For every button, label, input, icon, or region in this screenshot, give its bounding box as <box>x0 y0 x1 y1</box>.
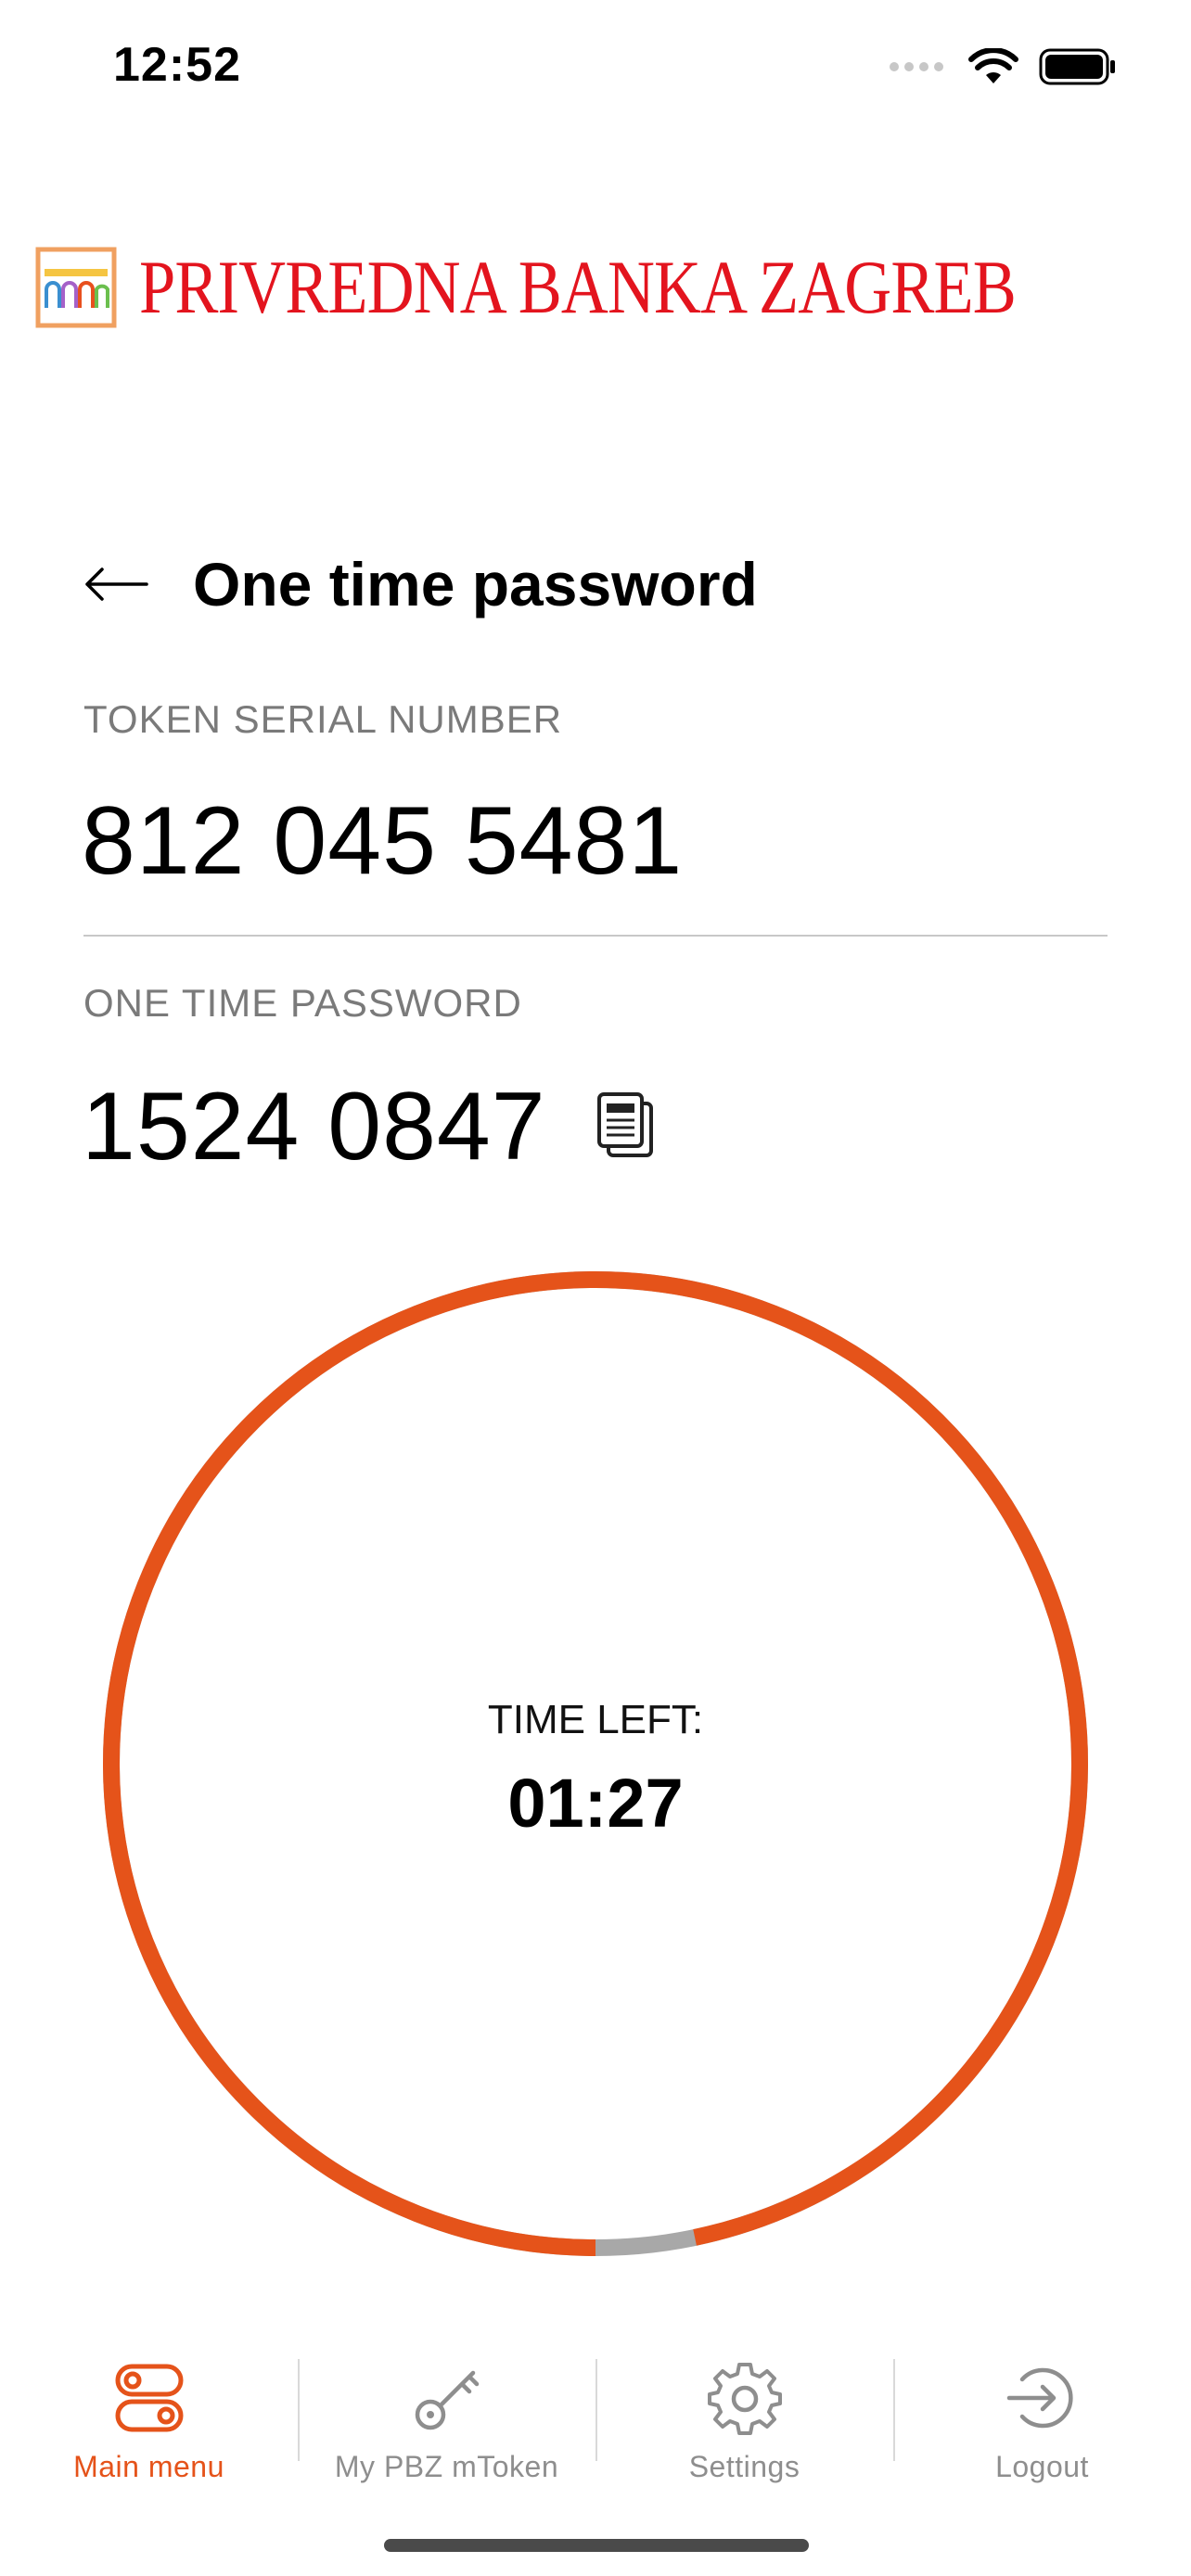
status-bar: 12:52 <box>0 0 1191 130</box>
signal-dots-icon <box>890 62 943 71</box>
pbz-logo-icon <box>35 247 117 328</box>
wifi-icon <box>968 48 1018 83</box>
copy-icon[interactable] <box>596 1090 657 1159</box>
status-time: 12:52 <box>113 38 241 92</box>
token-serial-value: 812 045 5481 <box>82 787 684 895</box>
tab-logout[interactable]: Logout <box>893 2346 1191 2494</box>
tab-label: Main menu <box>73 2450 224 2483</box>
token-serial-label: TOKEN SERIAL NUMBER <box>83 697 563 741</box>
bank-name: PRIVREDNA BANKA ZAGREB <box>139 245 1017 329</box>
key-icon <box>415 2370 479 2430</box>
tab-settings[interactable]: Settings <box>596 2346 893 2494</box>
bank-logo: PRIVREDNA BANKA ZAGREB <box>35 243 1159 332</box>
time-left-value: 01:27 <box>507 1765 684 1842</box>
tab-label: Settings <box>688 2450 800 2483</box>
gear-icon <box>707 2363 782 2435</box>
home-indicator[interactable] <box>384 2539 809 2552</box>
logout-icon <box>1006 2367 1073 2429</box>
time-left-label: TIME LEFT: <box>487 1697 704 1742</box>
page-title: One time password <box>193 550 758 618</box>
battery-icon <box>1039 48 1115 85</box>
toggles-icon <box>115 2364 183 2432</box>
divider <box>83 935 1108 937</box>
arrow-left-icon[interactable] <box>83 566 148 603</box>
otp-label: ONE TIME PASSWORD <box>83 981 522 1025</box>
page-header: One time password <box>83 538 758 631</box>
tab-bar: Main menu My PBZ mToken Settings Logout <box>0 2346 1191 2494</box>
tab-main-menu[interactable]: Main menu <box>0 2346 298 2494</box>
otp-value: 1524 0847 <box>82 1073 546 1180</box>
tab-label: Logout <box>995 2450 1089 2483</box>
tab-my-pbz-mtoken[interactable]: My PBZ mToken <box>298 2346 596 2494</box>
status-icons <box>889 41 1117 93</box>
tab-label: My PBZ mToken <box>334 2450 559 2483</box>
